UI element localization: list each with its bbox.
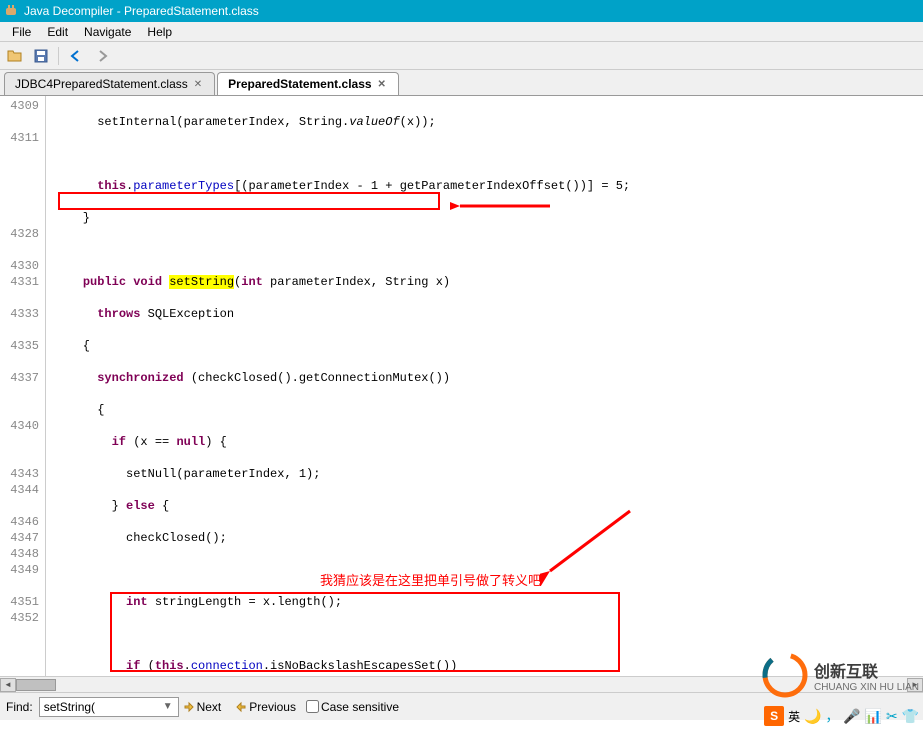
watermark: 创新互联 CHUANG XIN HU LIAN [760,650,919,700]
line-number: 4351 [0,594,39,610]
ime-badge[interactable]: S [764,706,784,726]
line-number [0,210,39,226]
dropdown-icon[interactable]: ▼ [163,701,173,712]
line-number: 4331 [0,274,39,290]
line-number [0,434,39,450]
menu-help[interactable]: Help [139,25,180,39]
find-next-button[interactable]: Next [179,698,226,716]
watermark-logo-icon [760,650,810,700]
ime-icons[interactable]: 🌙 ， 🎤 📊 ✂ 👕 [804,706,919,726]
line-number: 4330 [0,258,39,274]
find-label: Find: [6,700,33,714]
back-icon[interactable] [65,45,87,67]
line-number: 4340 [0,418,39,434]
line-number [0,178,39,194]
line-number: 4358 [0,674,39,676]
line-number [0,290,39,306]
tab-bar: JDBC4PreparedStatement.class ✕ PreparedS… [0,70,923,96]
tab-label: PreparedStatement.class [228,77,371,91]
line-gutter: 4309 4311 4328 4330 4331 4333 4335 4337 … [0,96,46,676]
line-number [0,386,39,402]
watermark-brand: 创新互联 [814,658,919,682]
line-number: 4309 [0,98,39,114]
menu-file[interactable]: File [4,25,39,39]
arrow-icon [450,196,560,216]
line-number: 4328 [0,226,39,242]
watermark-sub: CHUANG XIN HU LIAN [814,682,919,693]
find-input[interactable] [39,697,179,717]
close-icon[interactable]: ✕ [376,79,388,90]
close-icon[interactable]: ✕ [192,79,204,90]
app-icon [4,3,20,19]
line-number [0,354,39,370]
tab-jdbc4preparedstatement[interactable]: JDBC4PreparedStatement.class ✕ [4,72,215,95]
line-number [0,450,39,466]
tab-preparedstatement[interactable]: PreparedStatement.class ✕ [217,72,399,95]
line-number [0,658,39,674]
line-number: 4333 [0,306,39,322]
line-number [0,242,39,258]
save-icon[interactable] [30,45,52,67]
code-area: 4309 4311 4328 4330 4331 4333 4335 4337 … [0,96,923,676]
scroll-thumb[interactable] [16,679,56,691]
menubar: File Edit Navigate Help [0,22,923,42]
ime-taskbar: S 英 🌙 ， 🎤 📊 ✂ 👕 [764,706,919,726]
line-number [0,322,39,338]
line-number [0,498,39,514]
line-number: 4337 [0,370,39,386]
forward-icon[interactable] [91,45,113,67]
code-content[interactable]: setInternal(parameterIndex, String.value… [46,96,923,676]
arrow-icon [540,506,640,586]
open-file-icon[interactable] [4,45,26,67]
line-number: 4348 [0,546,39,562]
line-number [0,146,39,162]
line-number [0,402,39,418]
line-number [0,578,39,594]
toolbar-separator [58,47,59,65]
ime-lang[interactable]: 英 [788,708,800,725]
line-number: 4347 [0,530,39,546]
line-number [0,162,39,178]
line-number [0,194,39,210]
toolbar [0,42,923,70]
line-number: 4335 [0,338,39,354]
line-number: 4311 [0,130,39,146]
annotation-text: 我猜应该是在这里把单引号做了转义吧 [320,570,541,589]
line-number: 4346 [0,514,39,530]
menu-edit[interactable]: Edit [39,25,76,39]
find-previous-button[interactable]: Previous [231,698,300,716]
tab-label: JDBC4PreparedStatement.class [15,77,188,91]
menu-navigate[interactable]: Navigate [76,25,139,39]
scroll-left-icon[interactable]: ◄ [0,678,16,692]
line-number: 4352 [0,610,39,626]
window-title: Java Decompiler - PreparedStatement.clas… [24,4,259,18]
window-titlebar: Java Decompiler - PreparedStatement.clas… [0,0,923,22]
line-number: 4349 [0,562,39,578]
case-sensitive-checkbox[interactable]: Case sensitive [306,700,399,714]
line-number: 4344 [0,482,39,498]
line-number [0,626,39,642]
line-number [0,114,39,130]
line-number [0,642,39,658]
line-number: 4343 [0,466,39,482]
